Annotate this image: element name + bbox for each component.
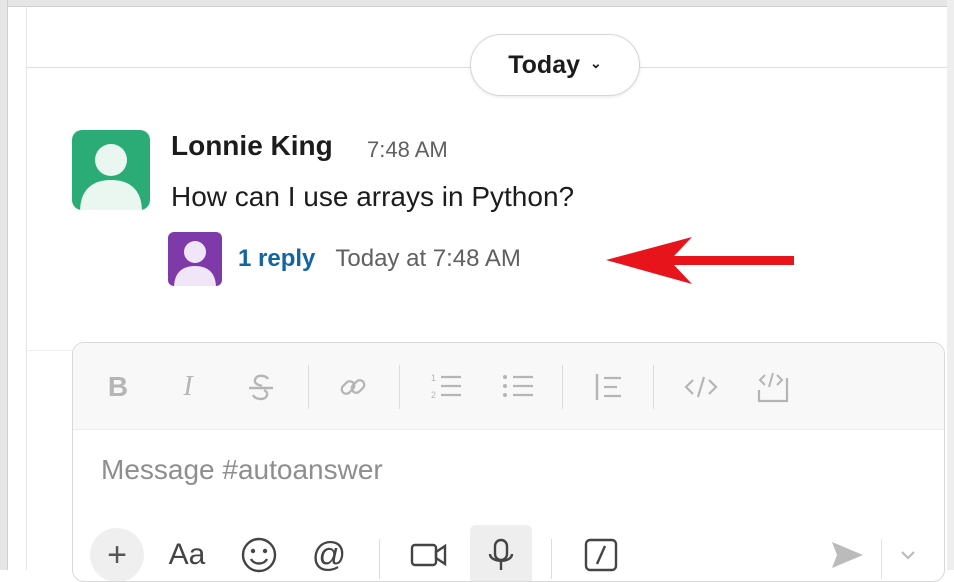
last-reply-time: Today at 7:48 AM	[335, 245, 521, 272]
code-icon[interactable]	[681, 369, 721, 405]
ordered-list-icon[interactable]: 12	[427, 369, 465, 405]
formatting-toolbar: B I 12	[73, 343, 944, 430]
date-divider-button[interactable]: Today ⌄	[470, 34, 640, 96]
toolbar-divider	[551, 539, 552, 579]
message-author[interactable]: Lonnie King	[171, 130, 333, 162]
bold-icon[interactable]: B	[101, 369, 135, 405]
message-timestamp[interactable]: 7:48 AM	[367, 137, 448, 163]
chevron-down-icon: ⌄	[590, 54, 602, 71]
toolbar-divider	[653, 365, 654, 409]
reply-avatar	[168, 232, 222, 286]
send-icon[interactable]	[825, 533, 869, 577]
message-text: How can I use arrays in Python?	[171, 181, 575, 212]
red-arrow-annotation-icon	[606, 237, 794, 284]
toolbar-divider	[881, 539, 882, 579]
toolbar-divider	[379, 539, 380, 579]
code-block-icon[interactable]	[753, 369, 793, 405]
toolbar-divider	[562, 365, 563, 409]
svg-text:2: 2	[431, 390, 436, 400]
pane-divider	[26, 6, 27, 570]
text-format-icon[interactable]: Aa	[165, 533, 209, 577]
svg-text:1: 1	[431, 373, 436, 383]
mention-icon[interactable]: @	[307, 533, 351, 577]
user-silhouette-icon	[174, 241, 216, 286]
send-options-chevron-icon[interactable]	[893, 533, 923, 577]
link-icon[interactable]	[335, 369, 371, 405]
bulleted-list-icon[interactable]	[499, 369, 537, 405]
strikethrough-icon[interactable]	[243, 369, 279, 405]
user-silhouette-icon	[80, 144, 142, 210]
date-divider-label: Today	[508, 50, 581, 79]
plus-icon[interactable]: +	[90, 528, 144, 581]
reply-count-link[interactable]: 1 reply	[238, 245, 315, 273]
video-icon[interactable]	[407, 533, 451, 577]
window-top-border	[0, 0, 954, 7]
message-input[interactable]	[101, 454, 901, 486]
window-right-border	[947, 0, 954, 570]
thread-summary[interactable]: 1 reply Today at 7:48 AM	[168, 232, 521, 286]
toolbar-divider	[399, 365, 400, 409]
message-composer: B I 12 + Aa @	[72, 342, 945, 582]
separator-line	[27, 350, 73, 351]
microphone-icon[interactable]	[470, 525, 532, 581]
slash-command-icon[interactable]	[579, 533, 623, 577]
window-left-border	[0, 0, 8, 570]
italic-icon[interactable]: I	[173, 369, 203, 405]
composer-actions: + Aa @	[73, 523, 944, 581]
avatar[interactable]	[72, 130, 150, 210]
blockquote-icon[interactable]	[591, 369, 627, 405]
toolbar-divider	[308, 365, 309, 409]
emoji-icon[interactable]	[237, 533, 281, 577]
